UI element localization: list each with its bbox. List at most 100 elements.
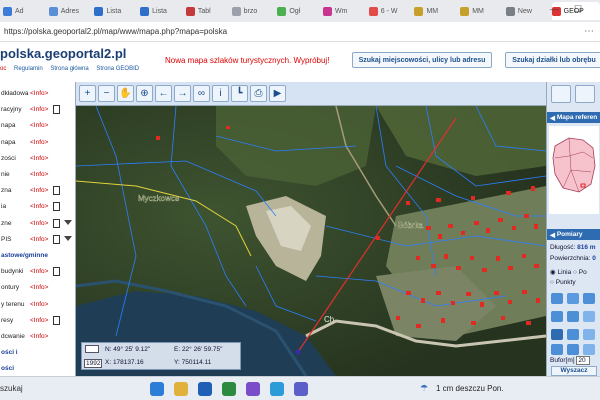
browser-tab[interactable]: MM (414, 2, 457, 20)
polyline-icon[interactable] (567, 311, 579, 322)
layer-info-link[interactable]: <Info> (30, 155, 48, 162)
search-parcel-button[interactable]: Szukaj działki lub obrębu (505, 52, 600, 68)
url-text[interactable]: https://polska.geoportal2.pl/map/www/map… (4, 27, 227, 36)
layer-info-link[interactable]: <Info> (30, 171, 48, 178)
line-icon[interactable] (583, 329, 595, 340)
browser-tab[interactable]: Ad (3, 2, 46, 20)
layer-info-link[interactable]: <Info> (30, 236, 48, 243)
layer-info-link[interactable]: <Info> (30, 90, 48, 97)
link-icon[interactable]: ∞ (193, 85, 210, 102)
document-icon[interactable] (53, 315, 60, 325)
shape-icon[interactable] (583, 344, 595, 355)
panel-layout-button-2[interactable] (575, 85, 595, 103)
address-bar[interactable]: https://polska.geoportal2.pl/map/www/map… (0, 22, 600, 42)
coord-year[interactable]: 1992 (84, 359, 103, 368)
ref-map-header[interactable]: ◀ Mapa referen (547, 112, 600, 123)
browser-tab[interactable]: brzo (231, 2, 275, 20)
pan-hand-icon[interactable]: ✋ (117, 85, 134, 102)
path-icon[interactable] (583, 311, 595, 322)
layer-row[interactable]: napa <Info> (0, 137, 75, 149)
back-arrow-icon[interactable]: ← (155, 85, 172, 102)
link-home[interactable]: Strona główna (50, 66, 88, 72)
layer-row[interactable]: racyjny <Info> (0, 104, 75, 116)
buffer-input[interactable]: 20 (576, 356, 591, 365)
layer-info-link[interactable]: astowe/gminne (1, 252, 48, 259)
promo-banner[interactable]: Nowa mapa szlaków turystycznych. Wypróbu… (165, 56, 329, 65)
layer-info-link[interactable]: <Info> (30, 220, 48, 227)
browser-tab[interactable]: Wm (323, 2, 366, 20)
document-icon[interactable] (53, 105, 60, 115)
area-icon[interactable] (567, 344, 579, 355)
measure-tool-icon[interactable] (551, 293, 563, 304)
panel-layout-button[interactable] (551, 85, 571, 103)
taskbar-search[interactable]: szukaj (0, 384, 23, 393)
document-icon[interactable] (53, 218, 60, 228)
map-view[interactable]: Myczkowce Bóbrka Ch 1992 N: 49° 25' 9.12… (76, 106, 546, 376)
browser-tab[interactable]: Adres (48, 2, 92, 20)
layer-info-link[interactable]: <Info> (30, 122, 48, 129)
minimize-button[interactable]: — (550, 4, 559, 14)
app-icon[interactable] (246, 382, 260, 396)
browser-tab[interactable]: New (505, 2, 549, 20)
document-icon[interactable] (53, 186, 60, 196)
expand-arrow-icon[interactable] (64, 219, 72, 225)
mail-icon[interactable] (270, 382, 284, 396)
layer-row[interactable]: nie <Info> (0, 169, 75, 181)
search-button[interactable]: Wyszacz (551, 366, 597, 376)
expand-arrow-icon[interactable] (64, 235, 72, 241)
layer-info-link[interactable]: <Info> (30, 268, 48, 275)
document-icon[interactable] (53, 202, 60, 212)
browser-tab[interactable]: Lista (140, 2, 183, 20)
arrow-left-icon[interactable] (551, 329, 563, 340)
layer-info-link[interactable]: <Info> (30, 187, 48, 194)
angle-icon[interactable] (551, 344, 563, 355)
map-canvas[interactable]: Myczkowce Bóbrka Ch (76, 106, 546, 376)
layer-row[interactable]: napa <Info> (0, 120, 75, 132)
teams-icon[interactable] (294, 382, 308, 396)
layer-info-link[interactable]: <Info> (30, 333, 48, 340)
link-regulamin[interactable]: Regulamin (14, 66, 43, 72)
camera-icon[interactable]: ▶ (269, 85, 286, 102)
info-icon[interactable]: i (212, 85, 229, 102)
layer-row[interactable]: PIS <Info> (0, 234, 75, 246)
weather-text[interactable]: 1 cm deszczu Pon. (436, 384, 504, 393)
search-address-button[interactable]: Szukaj miejscowości, ulicy lub adresu (352, 52, 492, 68)
document-icon[interactable] (53, 267, 60, 277)
zoom-out-icon[interactable]: − (98, 85, 115, 102)
file-explorer-icon[interactable] (174, 382, 188, 396)
layer-row[interactable]: ości i (0, 347, 75, 359)
layer-row[interactable]: budynki <Info> (0, 266, 75, 278)
layer-info-link[interactable]: <Info> (30, 284, 48, 291)
browser-tab[interactable]: Ogł (277, 2, 320, 20)
forward-arrow-icon[interactable]: → (174, 85, 191, 102)
layer-info-link[interactable]: <Info> (30, 139, 48, 146)
layer-info-link[interactable]: <Info> (30, 317, 48, 324)
zoom-in-icon[interactable]: + (79, 85, 96, 102)
document-icon[interactable] (53, 234, 60, 244)
layer-row[interactable]: resy <Info> (0, 315, 75, 327)
folder-icon[interactable] (567, 293, 579, 304)
link-oc[interactable]: oc (0, 66, 6, 72)
layer-info-link[interactable]: <Info> (30, 203, 48, 210)
layer-row[interactable]: dcwanie <Info> (0, 331, 75, 343)
add-point-icon[interactable] (567, 329, 579, 340)
browser-tab[interactable]: Lista (94, 2, 137, 20)
layer-info-link[interactable]: <Info> (30, 301, 48, 308)
link-geobid[interactable]: Strona GEOBID (96, 66, 139, 72)
word-icon[interactable] (198, 382, 212, 396)
layer-row[interactable]: ia <Info> (0, 201, 75, 213)
cursor-tool-icon[interactable] (551, 311, 563, 322)
layer-row[interactable]: zości <Info> (0, 153, 75, 165)
maximize-button[interactable]: ☐ (574, 4, 582, 15)
layer-info-link[interactable]: <Info> (30, 106, 48, 113)
layer-row[interactable]: zne <Info> (0, 218, 75, 230)
edge-icon[interactable] (150, 382, 164, 396)
layer-row[interactable]: zna <Info> (0, 185, 75, 197)
layer-row[interactable]: y terenu <Info> (0, 299, 75, 311)
menu-dots-icon[interactable]: ⋯ (584, 26, 594, 37)
measure-icon[interactable]: ┗ (231, 85, 248, 102)
zoom-window-icon[interactable]: ⊕ (136, 85, 153, 102)
pomiary-header[interactable]: ◀ Pomiary (547, 229, 600, 240)
layer-row[interactable]: astowe/gminne (0, 250, 75, 262)
layer-row[interactable]: ontury <Info> (0, 282, 75, 294)
